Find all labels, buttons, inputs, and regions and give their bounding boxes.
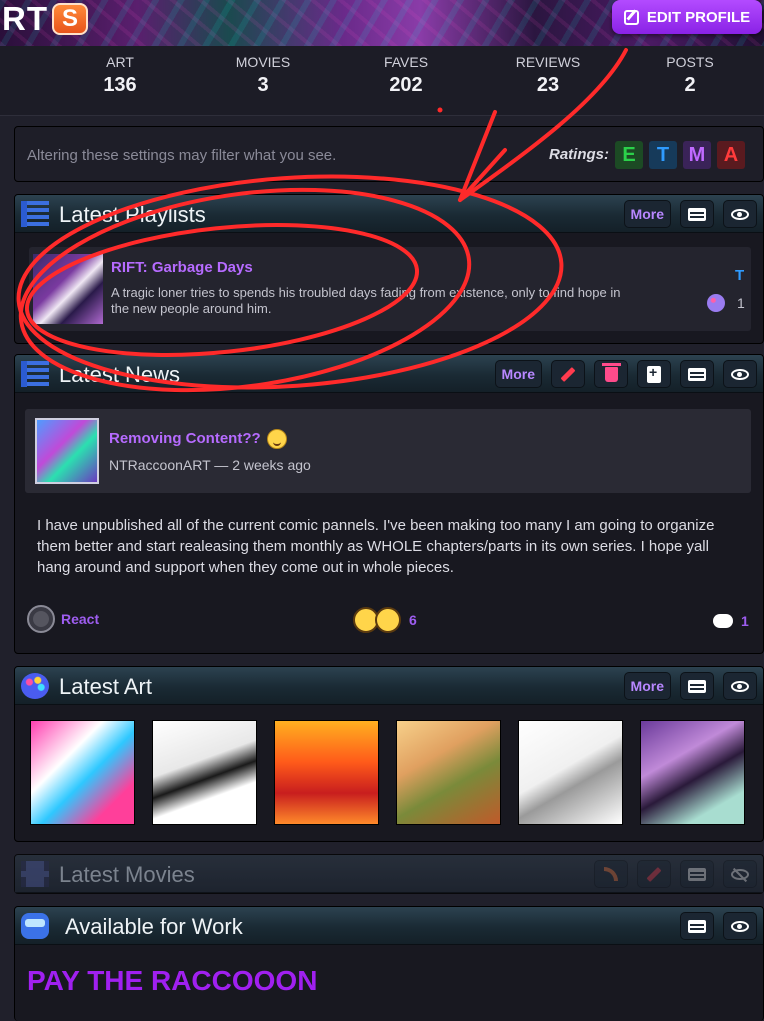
annotation-overlay <box>16 48 628 393</box>
annotation-loop <box>24 223 420 357</box>
annotation-arrow-shaft <box>458 48 628 202</box>
annotation-loop <box>16 174 564 390</box>
annotation-arrow-head <box>458 110 507 202</box>
annotation-dot <box>437 107 443 113</box>
